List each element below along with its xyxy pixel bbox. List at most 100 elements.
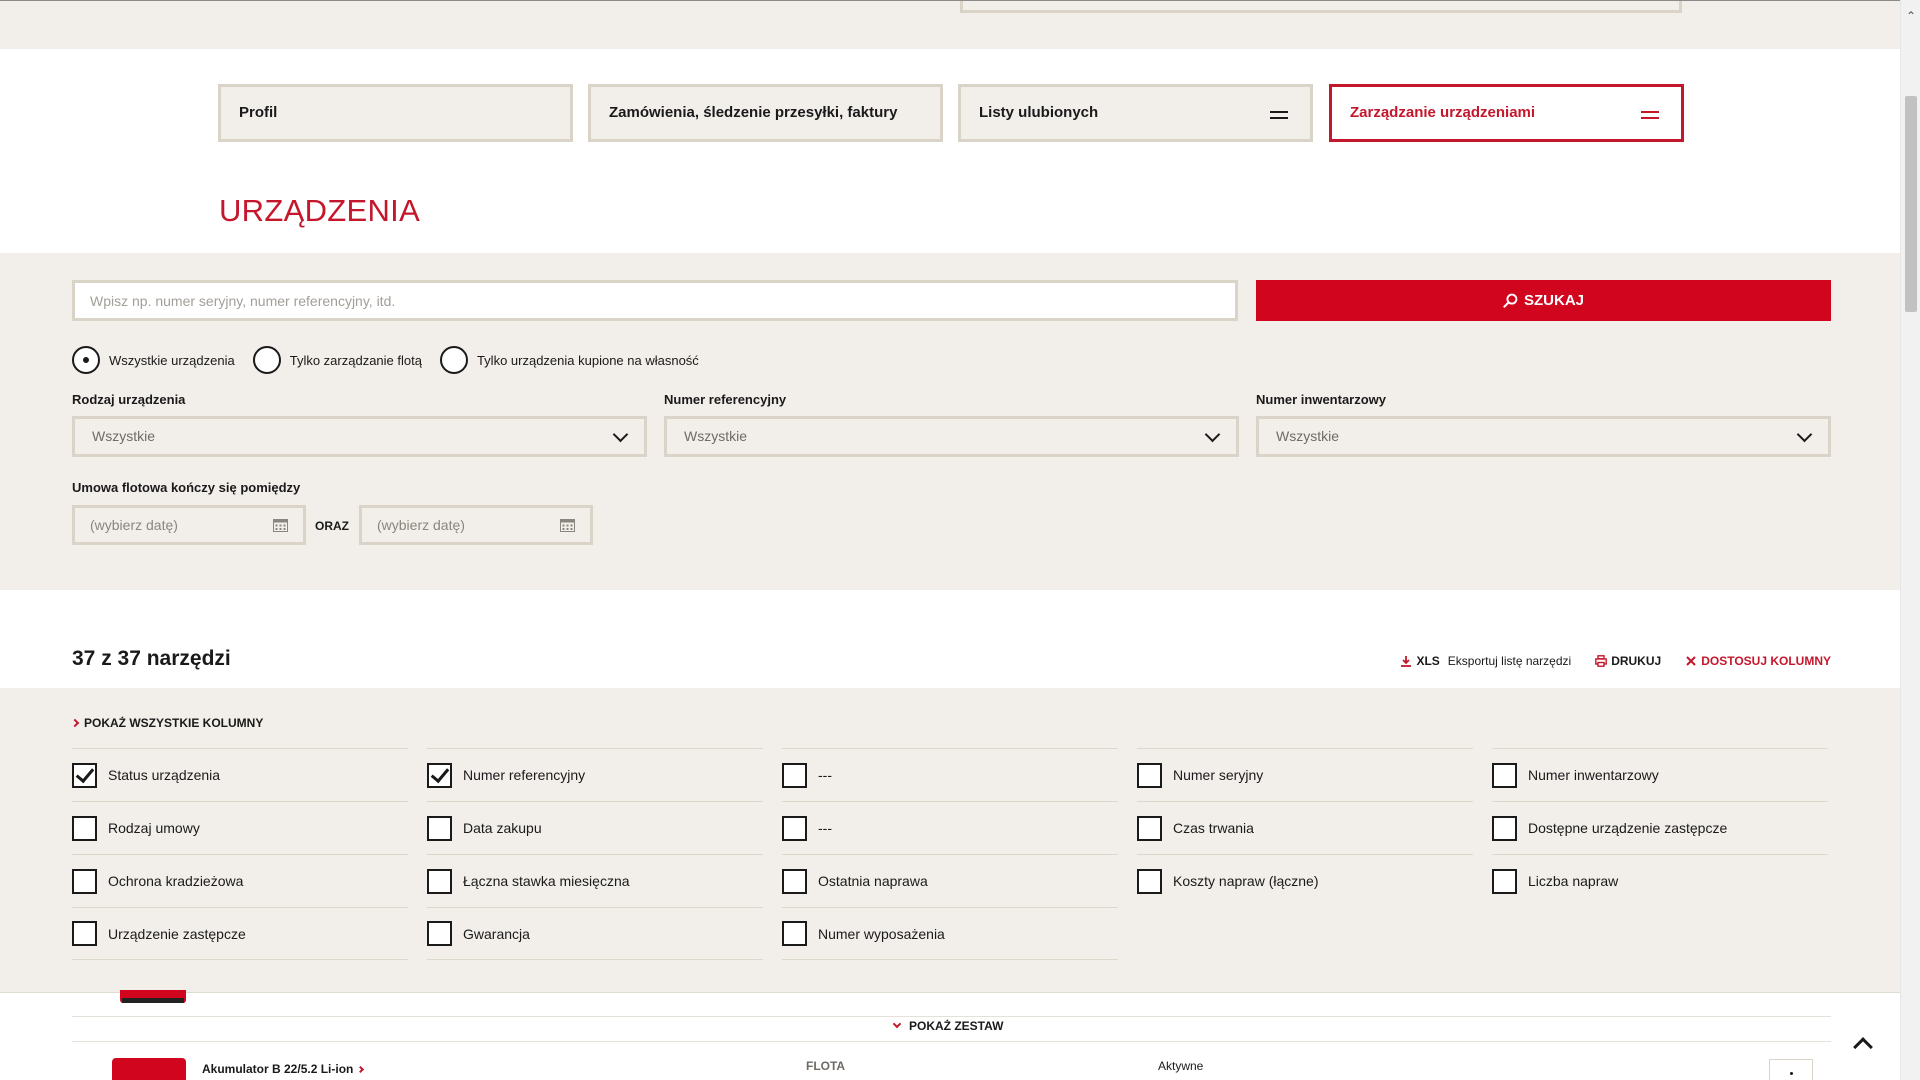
tab-device-management[interactable]: Zarządzanie urządzeniami — [1329, 84, 1684, 142]
radio-circle[interactable] — [439, 346, 468, 374]
column-checkbox[interactable] — [427, 921, 452, 946]
tab-orders[interactable]: Zamówienia, śledzenie przesyłki, faktury — [588, 84, 943, 142]
column-option[interactable]: Numer inwentarzowy — [1492, 748, 1828, 801]
product-status: Aktywne — [1158, 1059, 1204, 1073]
column-option[interactable]: Czas trwania — [1137, 801, 1473, 854]
chevron-right-icon — [70, 718, 80, 728]
customize-columns-button[interactable]: DOSTOSUJ KOLUMNY — [1685, 654, 1831, 668]
column-option-label: Data zakupu — [463, 820, 542, 836]
menu-icon — [1641, 111, 1659, 119]
scroll-up-arrow-icon[interactable]: ⌃ — [1905, 10, 1917, 22]
product-contract-type: FLOTA — [806, 1059, 846, 1073]
column-checkbox[interactable] — [72, 815, 97, 841]
column-option-label: Ochrona kradzieżowa — [108, 873, 244, 889]
tab-label: Profil — [239, 104, 278, 121]
date-to-input[interactable]: (wybierz datę) — [359, 505, 593, 545]
top-collapsed-panel — [960, 1, 1682, 13]
column-option-label: --- — [818, 767, 832, 783]
inventory-number-select[interactable]: Wszystkie — [1256, 416, 1831, 457]
column-option-label: Numer seryjny — [1173, 767, 1264, 783]
printer-icon — [1595, 655, 1608, 667]
column-checkbox[interactable] — [427, 762, 452, 788]
column-option[interactable]: Liczba napraw — [1492, 854, 1828, 907]
column-checkbox[interactable] — [72, 868, 97, 894]
column-option-label: Ostatnia naprawa — [818, 873, 928, 889]
device-type-label: Rodzaj urządzenia — [72, 392, 186, 407]
tab-label: Listy ulubionych — [979, 104, 1099, 121]
print-button[interactable]: DRUKUJ — [1595, 654, 1661, 668]
results-count: 37 z 37 narzędzi — [72, 647, 231, 670]
results-toolbar: XLS Eksportuj listę narzędzi DRUKUJ DOST… — [1376, 654, 1831, 668]
product-options-button[interactable] — [1769, 1059, 1813, 1080]
column-option[interactable]: Rodzaj umowy — [72, 801, 408, 854]
column-option[interactable]: --- — [782, 801, 1118, 854]
download-icon — [1401, 656, 1412, 667]
column-option-label: Status urządzenia — [108, 767, 221, 783]
column-checkbox[interactable] — [1492, 815, 1517, 841]
export-xls-button[interactable]: XLS Eksportuj listę narzędzi — [1400, 654, 1571, 668]
column-checkbox[interactable] — [782, 868, 807, 894]
radio-all-devices[interactable]: Wszystkie urządzenia — [72, 346, 235, 374]
product-image — [120, 990, 186, 1003]
column-checkbox[interactable] — [72, 921, 97, 946]
column-checkbox[interactable] — [427, 868, 452, 894]
column-option[interactable]: Ochrona kradzieżowa — [72, 854, 408, 907]
product-image[interactable] — [112, 1058, 186, 1080]
chevron-down-icon — [1796, 426, 1813, 443]
radio-circle[interactable] — [252, 346, 281, 374]
device-type-select[interactable]: Wszystkie — [72, 416, 647, 457]
radio-label: Tylko zarządzanie flotą — [289, 352, 422, 368]
column-option-label: Numer wyposażenia — [818, 925, 945, 942]
column-option[interactable]: Ostatnia naprawa — [782, 854, 1118, 907]
date-range-label: Umowa flotowa kończy się pomiędzy — [72, 480, 301, 495]
column-option[interactable]: Dostępne urządzenie zastępcze — [1492, 801, 1828, 854]
column-option[interactable]: Urządzenie zastępcze — [72, 907, 408, 960]
date-from-input[interactable]: (wybierz datę) — [72, 505, 306, 545]
tab-profile[interactable]: Profil — [218, 84, 573, 142]
column-checkbox[interactable] — [1137, 868, 1162, 894]
column-option[interactable]: Łączna stawka miesięczna — [427, 854, 763, 907]
chevron-down-icon — [1204, 426, 1221, 443]
tab-wishlists[interactable]: Listy ulubionych — [958, 84, 1313, 142]
radio-label: Tylko urządzenia kupione na własność — [476, 352, 699, 368]
column-checkbox[interactable] — [72, 762, 97, 788]
column-option[interactable]: Status urządzenia — [72, 748, 408, 801]
column-checkbox[interactable] — [782, 921, 807, 946]
calendar-icon[interactable] — [560, 518, 575, 532]
column-checkbox[interactable] — [1137, 762, 1162, 788]
show-set-label: POKAŻ ZESTAW — [909, 1019, 1004, 1033]
column-checkbox[interactable] — [782, 762, 807, 788]
column-checkbox[interactable] — [1492, 762, 1517, 788]
reference-number-select[interactable]: Wszystkie — [664, 416, 1239, 457]
column-checkbox[interactable] — [1492, 868, 1517, 894]
radio-circle[interactable] — [72, 346, 100, 374]
select-value: Wszystkie — [684, 428, 747, 444]
radio-owned-only[interactable]: Tylko urządzenia kupione na własność — [439, 346, 699, 374]
calendar-icon[interactable] — [273, 518, 288, 532]
column-option[interactable]: Numer wyposażenia — [782, 907, 1118, 960]
radio-fleet-only[interactable]: Tylko zarządzanie flotą — [252, 346, 422, 374]
export-label: Eksportuj listę narzędzi — [1447, 654, 1572, 668]
chevron-down-icon — [892, 1019, 902, 1029]
column-checkbox[interactable] — [1137, 815, 1162, 841]
column-option[interactable]: Numer referencyjny — [427, 748, 763, 801]
column-option[interactable]: Gwarancja — [427, 907, 763, 960]
show-set-toggle[interactable]: POKAŻ ZESTAW — [892, 1019, 1004, 1033]
show-all-columns-toggle[interactable]: POKAŻ WSZYSTKIE KOLUMNY — [70, 716, 263, 730]
column-option[interactable]: Data zakupu — [427, 801, 763, 854]
column-option[interactable]: Koszty napraw (łączne) — [1137, 854, 1473, 907]
select-value: Wszystkie — [1276, 428, 1339, 444]
tab-label: Zarządzanie urządzeniami — [1350, 104, 1536, 121]
column-option-label: Liczba napraw — [1528, 873, 1619, 889]
column-checkbox[interactable] — [782, 815, 807, 841]
column-option[interactable]: --- — [782, 748, 1118, 801]
column-checkbox[interactable] — [427, 815, 452, 841]
vertical-scrollbar[interactable]: ⌃ — [1900, 0, 1920, 1080]
search-input[interactable] — [72, 280, 1238, 321]
reference-number-label: Numer referencyjny — [664, 392, 787, 407]
column-option[interactable]: Numer seryjny — [1137, 748, 1473, 801]
ownership-radio-group: Wszystkie urządzenia Tylko zarządzanie f… — [72, 346, 717, 374]
product-name-link[interactable]: Akumulator B 22/5.2 Li-ion — [202, 1062, 365, 1076]
search-button[interactable]: SZUKAJ — [1256, 280, 1831, 321]
scrollbar-thumb[interactable] — [1905, 96, 1917, 312]
